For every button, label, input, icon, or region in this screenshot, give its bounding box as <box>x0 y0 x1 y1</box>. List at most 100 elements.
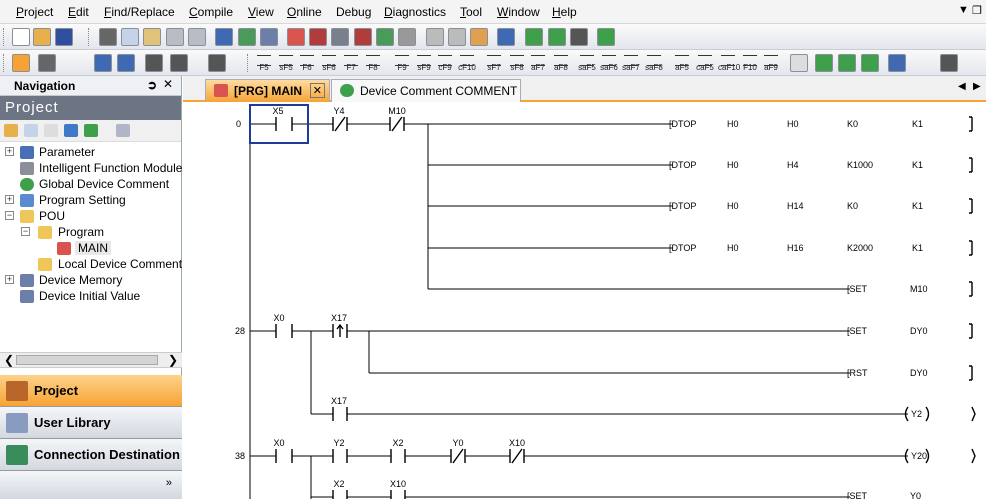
menu-debug[interactable]: Debug <box>336 5 371 19</box>
menu-find-replace[interactable]: Find/Replace <box>104 5 175 19</box>
toolbar-extra-icon[interactable] <box>790 54 808 72</box>
menu-window[interactable]: Window <box>497 5 540 19</box>
tab-close-icon[interactable]: ✕ <box>309 83 325 98</box>
ladder-symbol-cf9-icon[interactable]: cF9 <box>435 53 455 73</box>
menu-online[interactable]: Online <box>287 5 322 19</box>
menu-project[interactable]: Project <box>16 5 53 19</box>
device-icon[interactable] <box>215 28 233 46</box>
ladder-symbol-caf5-icon[interactable]: caF5 <box>695 53 715 73</box>
comment-display-icon[interactable] <box>117 54 135 72</box>
ladder-symbol-af9-icon[interactable]: aF9 <box>761 53 781 73</box>
menu-compile[interactable]: Compile <box>189 5 233 19</box>
tree-intelligent-function-module[interactable]: Intelligent Function Module <box>39 161 182 175</box>
copy-icon[interactable] <box>121 28 139 46</box>
transfer-icon[interactable] <box>287 28 305 46</box>
step-icon[interactable] <box>548 28 566 46</box>
ladder-symbol-af8-icon[interactable]: aF8 <box>551 53 571 73</box>
comment-icon[interactable] <box>426 28 444 46</box>
menu-view[interactable]: View <box>248 5 274 19</box>
nav-button-overflow[interactable]: » <box>0 471 182 499</box>
monitor-display-icon[interactable] <box>145 54 163 72</box>
tree-parameter[interactable]: Parameter <box>39 145 95 159</box>
menu-diagnostics[interactable]: Diagnostics <box>384 5 446 19</box>
ladder-symbol-sf6-icon[interactable]: sF6 <box>319 53 339 73</box>
pulse-icon[interactable] <box>570 28 588 46</box>
delete-data-icon[interactable] <box>44 124 58 137</box>
ladder-mode-icon[interactable] <box>12 54 30 72</box>
ladder-symbol-sf8-icon[interactable]: sF8 <box>507 53 527 73</box>
write-icon[interactable] <box>260 28 278 46</box>
ladder-symbol-f6-icon[interactable]: F6 <box>297 53 317 73</box>
ladder-symbol-sf5-icon[interactable]: sF5 <box>276 53 296 73</box>
menu-help[interactable]: Help <box>552 5 577 19</box>
property-icon[interactable] <box>64 124 78 137</box>
diagnose-icon[interactable] <box>354 28 372 46</box>
convert-online-icon[interactable] <box>861 54 879 72</box>
connection-destination-nav-button[interactable]: Connection Destination <box>0 439 182 471</box>
tree-program[interactable]: Program <box>58 225 104 239</box>
tab-scroll-right-icon[interactable]: ▶ <box>973 81 981 92</box>
refresh-icon[interactable] <box>84 124 98 137</box>
run-icon[interactable] <box>597 28 615 46</box>
label-icon[interactable] <box>888 54 906 72</box>
menu-tool[interactable]: Tool <box>460 5 482 19</box>
cut-icon[interactable] <box>99 28 117 46</box>
scroll-left-icon[interactable]: ❮ <box>4 353 14 367</box>
undo-icon[interactable] <box>166 28 184 46</box>
convert-icon[interactable] <box>815 54 833 72</box>
device-display-icon[interactable] <box>94 54 112 72</box>
ladder-symbol-saf5-icon[interactable]: saF5 <box>577 53 597 73</box>
paste-icon[interactable] <box>143 28 161 46</box>
note-icon[interactable] <box>470 28 488 46</box>
verify-icon[interactable] <box>331 28 349 46</box>
chevron-down-icon[interactable]: » <box>166 477 172 489</box>
minimize-icon[interactable]: ▼ <box>958 4 969 16</box>
user-library-nav-button[interactable]: User Library <box>0 407 182 439</box>
find-icon[interactable] <box>208 54 226 72</box>
tree-pou[interactable]: POU <box>39 209 65 223</box>
ladder-symbol-f8-icon[interactable]: F8 <box>363 53 383 73</box>
project-nav-button[interactable]: Project <box>0 375 182 407</box>
ladder-symbol-f7-icon[interactable]: F7 <box>341 53 361 73</box>
zoom-icon[interactable] <box>940 54 958 72</box>
tree-program-setting[interactable]: Program Setting <box>39 193 126 207</box>
restore-icon[interactable]: ❐ <box>972 4 982 17</box>
list-icon[interactable] <box>398 28 416 46</box>
close-icon[interactable]: ✕ <box>163 77 173 91</box>
ladder-symbol-sf9-icon[interactable]: sF9 <box>414 53 434 73</box>
tool-display-icon[interactable] <box>170 54 188 72</box>
tab-scroll-left-icon[interactable]: ◀ <box>958 81 966 92</box>
tree-device-memory[interactable]: Device Memory <box>39 273 122 287</box>
ladder-symbol-saf8-icon[interactable]: saF8 <box>644 53 664 73</box>
program-icon[interactable] <box>525 28 543 46</box>
tab-device-comment[interactable]: Device Comment COMMENT <box>331 79 521 102</box>
ladder-symbol-af7-icon[interactable]: aF7 <box>528 53 548 73</box>
pin-icon[interactable]: ➲ <box>147 78 157 92</box>
ladder-symbol-caf10-icon[interactable]: caF10 <box>718 53 740 73</box>
ladder-symbol-saf7-icon[interactable]: saF7 <box>621 53 641 73</box>
horizontal-scrollbar[interactable]: ❮ ❯ <box>0 352 182 368</box>
scroll-right-icon[interactable]: ❯ <box>168 353 178 367</box>
tab-prg-main[interactable]: [PRG] MAIN ✕ <box>205 79 330 102</box>
tree-local-device-comment[interactable]: Local Device Comment <box>58 257 182 271</box>
convert-all-icon[interactable] <box>838 54 856 72</box>
scroll-thumb[interactable] <box>16 355 158 365</box>
menu-edit[interactable]: Edit <box>68 5 89 19</box>
ladder-symbol-f10-icon[interactable]: F10 <box>740 53 760 73</box>
new-data-icon[interactable] <box>4 124 18 137</box>
read-mode-icon[interactable] <box>38 54 56 72</box>
ladder-editor[interactable]: 0 28 38 X5 Y4 M10 X0 X17 X17 X0 Y2 X2 Y0… <box>183 102 986 499</box>
save-icon[interactable] <box>55 28 73 46</box>
screen-icon[interactable] <box>497 28 515 46</box>
ladder-symbol-af5-icon[interactable]: aF5 <box>672 53 692 73</box>
monitor-icon[interactable] <box>309 28 327 46</box>
ladder-symbol-cf10-icon[interactable]: cF10 <box>457 53 477 73</box>
read-icon[interactable] <box>238 28 256 46</box>
tree-global-device-comment[interactable]: Global Device Comment <box>39 177 169 191</box>
statement-icon[interactable] <box>448 28 466 46</box>
open-icon[interactable] <box>33 28 51 46</box>
search-icon[interactable] <box>376 28 394 46</box>
sort-icon[interactable] <box>116 124 130 137</box>
ladder-symbol-saf6-icon[interactable]: saF6 <box>599 53 619 73</box>
tree-main[interactable]: MAIN <box>75 241 111 255</box>
